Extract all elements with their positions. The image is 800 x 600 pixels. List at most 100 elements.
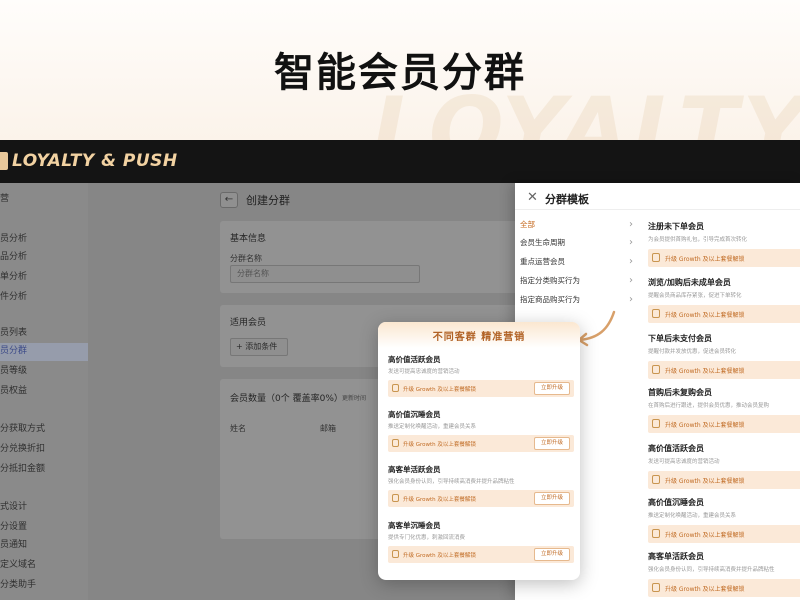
hero-banner: LOYALTY 智能会员分群 [0,0,800,140]
upgrade-bar[interactable]: 升级 Growth 及以上套餐解锁 [648,249,800,267]
template-item[interactable]: 下单后未支付会员 提醒付款并发放优惠，促进会员转化 升级 Growth 及以上套… [648,333,800,379]
category-category-purchase[interactable]: 指定分类购买行为 › [515,272,633,290]
floating-template-card: 不同客群 精准营销 高价值活跃会员 发送可提高忠诚度的营销活动 升级 Growt… [378,322,580,580]
template-desc: 发送可提高忠诚度的营销活动 [648,459,720,465]
template-item[interactable]: 高客单沉睡会员 提供专门化优惠，刺激回流消费 升级 Growth 及以上套餐解锁… [388,520,574,563]
page-title: 创建分群 [246,194,290,207]
upgrade-text: 升级 Growth 及以上套餐解锁 [403,497,476,503]
category-lifecycle[interactable]: 会员生命周期 › [515,234,633,252]
upgrade-now-button[interactable]: 立即升级 [534,382,570,395]
chevron-right-icon: › [629,275,633,286]
back-button[interactable]: ← [220,192,238,208]
sidebar-item[interactable]: 单分析 [0,269,88,287]
upgrade-bar: 升级 Growth 及以上套餐解锁 立即升级 [388,435,574,452]
template-desc: 为会员提供首购礼包，引导完成首次转化 [648,237,748,243]
sidebar-item[interactable]: 员等级 [0,363,88,381]
template-item[interactable]: 注册未下单会员 为会员提供首购礼包，引导完成首次转化 升级 Growth 及以上… [648,221,800,267]
template-item[interactable]: 高价值沉睡会员 推送定制化唤醒活动，重建会员关系 升级 Growth 及以上套餐… [388,409,574,452]
category-label: 重点运营会员 [520,257,565,266]
sidebar-item[interactable]: 员权益 [0,383,88,401]
upgrade-text: 升级 Growth 及以上套餐解锁 [665,368,745,375]
member-count-heading: 会员数量（0个 覆盖率0%） [230,394,343,404]
template-name: 首购后未复购会员 [648,388,712,397]
template-item[interactable]: 高价值沉睡会员 推送定制化唤醒活动，重建会员关系 升级 Growth 及以上套餐… [648,497,800,543]
sidebar-item[interactable]: 员通知 [0,537,88,555]
template-name: 注册未下单会员 [648,222,704,231]
upgrade-bar[interactable]: 升级 Growth 及以上套餐解锁 [648,471,800,489]
category-key-members[interactable]: 重点运营会员 › [515,253,633,271]
upgrade-text: 升级 Growth 及以上套餐解锁 [665,586,745,593]
template-item[interactable]: 高客单活跃会员 强化会员身份认同，引导持续高消费并提升品牌粘性 升级 Growt… [648,551,800,597]
top-bar: LOYALTY & PUSH [0,140,800,183]
upgrade-bar[interactable]: 升级 Growth 及以上套餐解锁 [648,305,800,323]
sidebar-item[interactable]: 营 [0,191,88,209]
sidebar-item[interactable] [0,401,88,419]
member-count-updated: 更新时间 [342,395,367,402]
upgrade-now-button[interactable]: 立即升级 [534,492,570,505]
template-item[interactable]: 首购后未复购会员 在首购后进行跟进，提供会员优惠，推动会员复购 升级 Growt… [648,387,800,433]
chevron-right-icon: › [629,294,633,305]
lock-icon [652,253,660,262]
lock-icon [392,384,399,392]
upgrade-text: 升级 Growth 及以上套餐解锁 [403,553,476,559]
lock-icon [652,365,660,374]
template-item[interactable]: 高价值活跃会员 发送可提高忠诚度的营销活动 升级 Growth 及以上套餐解锁 立… [388,354,574,397]
upgrade-text: 升级 Growth 及以上套餐解锁 [665,532,745,539]
upgrade-now-button[interactable]: 立即升级 [534,437,570,450]
template-desc: 提醒付款并发放优惠，促进会员转化 [648,349,737,355]
category-product-purchase[interactable]: 指定商品购买行为 › [515,291,633,309]
sidebar-item[interactable]: 品分析 [0,249,88,267]
lock-icon [392,439,399,447]
template-name: 高价值活跃会员 [388,355,441,364]
lock-icon [392,494,399,502]
sidebar-item[interactable]: 件分析 [0,289,88,307]
upgrade-bar: 升级 Growth 及以上套餐解锁 立即升级 [388,546,574,563]
sidebar-item[interactable] [0,307,88,325]
sidebar-item-member-segments[interactable]: 员分群 [0,343,88,361]
lock-icon [652,583,660,592]
segment-name-input[interactable]: 分群名称 [230,265,420,283]
sidebar-item[interactable] [0,481,88,499]
upgrade-now-button[interactable]: 立即升级 [534,548,570,561]
brand-logo-icon [0,152,8,170]
template-item[interactable]: 浏览/加购后未成单会员 提醒会员商品库存紧张，促进下单转化 升级 Growth … [648,277,800,323]
template-desc: 强化会员身份认同，引导持续高消费并提升品牌粘性 [648,567,775,573]
sidebar-item[interactable]: 员列表 [0,325,88,343]
category-label: 会员生命周期 [520,238,565,247]
template-item[interactable]: 高客单活跃会员 强化会员身份认同，引导持续高消费并提升品牌粘性 升级 Growt… [388,464,574,507]
close-icon[interactable]: ✕ [527,190,538,205]
template-name: 高价值活跃会员 [648,444,704,453]
sidebar-item[interactable]: 定义域名 [0,557,88,575]
column-header-name: 姓名 [230,424,246,433]
category-all[interactable]: 全部 › [515,216,633,234]
floating-card-title: 不同客群 精准营销 [432,332,526,343]
template-name: 高客单活跃会员 [388,465,441,474]
sidebar-item[interactable] [0,211,88,229]
upgrade-text: 升级 Growth 及以上套餐解锁 [665,478,745,485]
template-desc: 提供专门化优惠，刺激回流消费 [388,535,466,541]
panel-title: 分群模板 [545,193,589,206]
upgrade-bar[interactable]: 升级 Growth 及以上套餐解锁 [648,361,800,379]
upgrade-bar[interactable]: 升级 Growth 及以上套餐解锁 [648,579,800,597]
sidebar-item[interactable]: 分类助手 [0,577,88,595]
lock-icon [652,309,660,318]
sidebar-item[interactable]: 分获取方式 [0,421,88,439]
upgrade-bar[interactable]: 升级 Growth 及以上套餐解锁 [648,525,800,543]
category-label: 指定商品购买行为 [520,295,580,304]
sidebar-item[interactable]: 分抵扣金额 [0,461,88,479]
upgrade-bar[interactable]: 升级 Growth 及以上套餐解锁 [648,415,800,433]
template-name: 下单后未支付会员 [648,334,712,343]
template-desc: 推送定制化唤醒活动，重建会员关系 [648,513,737,519]
sidebar-item[interactable]: 式设计 [0,499,88,517]
lock-icon [652,529,660,538]
sidebar-item[interactable]: 分设置 [0,519,88,537]
sidebar-item[interactable]: 员分析 [0,231,88,249]
chevron-right-icon: › [629,256,633,267]
template-item[interactable]: 高价值活跃会员 发送可提高忠诚度的营销活动 升级 Growth 及以上套餐解锁 [648,443,800,489]
sidebar-item[interactable]: 分兑换折扣 [0,441,88,459]
basic-info-heading: 基本信息 [230,234,267,244]
basic-info-card: 基本信息 分群名称 分群名称 [220,221,520,293]
brand-name: LOYALTY & PUSH [12,151,178,171]
panel-divider [515,209,800,210]
add-condition-button[interactable]: + 添加条件 [230,338,288,356]
